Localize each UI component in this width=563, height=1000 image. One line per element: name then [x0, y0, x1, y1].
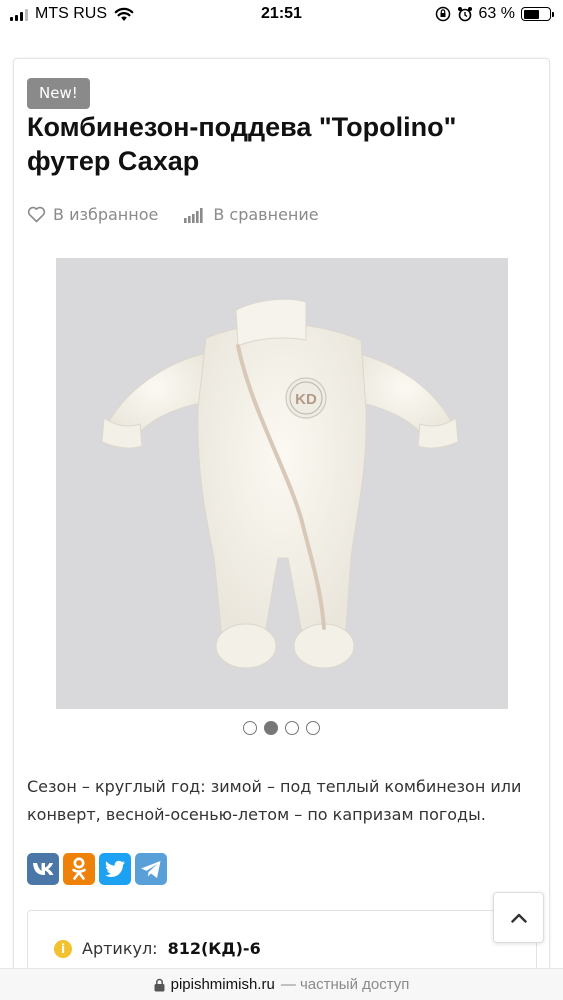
telegram-icon — [141, 860, 161, 878]
share-buttons — [27, 853, 167, 885]
product-title: Комбинезон-поддева "Topolino" футер Саха… — [27, 112, 457, 176]
vk-icon — [33, 863, 54, 875]
share-vk-button[interactable] — [27, 853, 59, 885]
heart-icon — [27, 206, 46, 223]
share-telegram-button[interactable] — [135, 853, 167, 885]
share-odnoklassniki-button[interactable] — [63, 853, 95, 885]
compare-label: В сравнение — [213, 205, 319, 224]
article-row: i Артикул: 812(КД)-6 — [54, 939, 261, 958]
alarm-icon — [457, 7, 472, 22]
article-value: 812(КД)-6 — [167, 939, 261, 958]
product-image[interactable]: KD — [56, 258, 508, 709]
product-description: Сезон – круглый год: зимой – под теплый … — [27, 777, 522, 824]
status-right: 63 % — [435, 5, 554, 23]
odnoklassniki-icon — [72, 857, 86, 880]
gallery-dot[interactable] — [306, 721, 320, 735]
new-badge: New! — [27, 78, 90, 109]
twitter-icon — [105, 860, 125, 877]
chevron-up-icon — [510, 913, 527, 923]
orientation-lock-icon — [435, 6, 450, 22]
add-to-favorites-button[interactable]: В избранное — [27, 205, 158, 224]
brand-logo-text: KD — [295, 391, 317, 408]
battery-percent: 63 % — [478, 5, 515, 22]
favorites-label: В избранное — [53, 205, 159, 224]
compare-bars-icon — [184, 208, 203, 223]
info-icon: i — [54, 939, 72, 958]
browser-url-bar[interactable]: pipishmimish.ru — частный доступ — [0, 968, 563, 1000]
gallery-dot[interactable] — [285, 721, 299, 735]
gallery-dot[interactable] — [243, 721, 257, 735]
status-bar: MTS RUS 21:51 63 % — [0, 0, 563, 30]
lock-icon — [154, 978, 165, 991]
battery-fill — [523, 9, 540, 19]
gallery-dots — [0, 721, 563, 735]
jumpsuit-illustration: KD — [101, 298, 459, 669]
battery-icon — [521, 7, 554, 21]
article-label: Артикул: — [82, 939, 158, 958]
gallery-dot[interactable] — [264, 721, 278, 735]
share-twitter-button[interactable] — [99, 853, 131, 885]
scroll-to-top-button[interactable] — [493, 892, 544, 943]
product-actions: В избранное В сравнение — [27, 205, 345, 224]
add-to-compare-button[interactable]: В сравнение — [184, 205, 319, 224]
private-mode-note: — частный доступ — [280, 976, 410, 993]
url-domain: pipishmimish.ru — [170, 976, 275, 993]
